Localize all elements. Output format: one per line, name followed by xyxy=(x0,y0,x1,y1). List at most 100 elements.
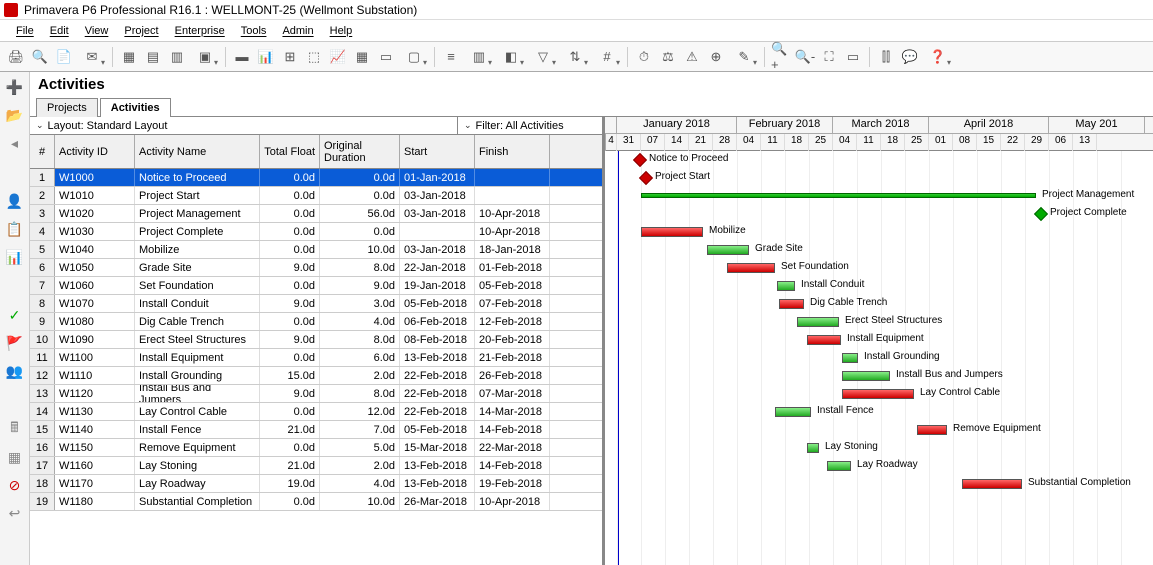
milestone-icon[interactable] xyxy=(1034,207,1048,221)
table-row[interactable]: 4W1030Project Complete0.0d0.0d10-Apr-201… xyxy=(30,223,602,241)
gantt-bar[interactable] xyxy=(842,371,890,381)
table-row[interactable]: 3W1020Project Management0.0d56.0d03-Jan-… xyxy=(30,205,602,223)
trace-icon[interactable]: ⬚ xyxy=(303,46,325,68)
gantt-bar[interactable] xyxy=(641,227,703,237)
zoom-out-icon[interactable]: 🔍- xyxy=(794,46,816,68)
number-icon[interactable]: # xyxy=(592,46,622,68)
gantt-bar[interactable] xyxy=(641,193,1036,198)
gantt-row[interactable]: Substantial Completion xyxy=(605,475,1153,493)
menu-project[interactable]: Project xyxy=(116,23,166,39)
page-icon[interactable]: ▭ xyxy=(842,46,864,68)
gantt-row[interactable]: Install Conduit xyxy=(605,277,1153,295)
milestone-icon[interactable] xyxy=(633,153,647,167)
page-setup-icon[interactable]: 📄 xyxy=(53,46,75,68)
tab-activities[interactable]: Activities xyxy=(100,98,171,117)
gantt-row[interactable]: Project Start xyxy=(605,169,1153,187)
col-od[interactable]: Original Duration xyxy=(320,135,400,168)
open-icon[interactable]: 📂 xyxy=(6,106,24,124)
user-icon[interactable]: 👤 xyxy=(6,192,24,210)
people-icon[interactable]: 👥 xyxy=(6,362,24,380)
table-row[interactable]: 2W1010Project Start0.0d0.0d03-Jan-2018 xyxy=(30,187,602,205)
table-row[interactable]: 10W1090Erect Steel Structures9.0d8.0d08-… xyxy=(30,331,602,349)
table-row[interactable]: 16W1150Remove Equipment0.0d5.0d15-Mar-20… xyxy=(30,439,602,457)
gantt-bar[interactable] xyxy=(707,245,749,255)
table-row[interactable]: 13W1120Install Bus and Jumpers9.0d8.0d22… xyxy=(30,385,602,403)
log-icon[interactable]: ▭ xyxy=(375,46,397,68)
gantt-row[interactable]: Install Grounding xyxy=(605,349,1153,367)
tab-projects[interactable]: Projects xyxy=(36,98,98,117)
table-row[interactable]: 12W1110Install Grounding15.0d2.0d22-Feb-… xyxy=(30,367,602,385)
gantt-row[interactable]: Project Complete xyxy=(605,205,1153,223)
ok-icon[interactable]: ✓ xyxy=(6,306,24,324)
table-row[interactable]: 15W1140Install Fence21.0d7.0d05-Feb-2018… xyxy=(30,421,602,439)
chart-icon[interactable]: 📊 xyxy=(255,46,277,68)
table-row[interactable]: 14W1130Lay Control Cable0.0d12.0d22-Feb-… xyxy=(30,403,602,421)
col-fin[interactable]: Finish xyxy=(475,135,550,168)
gantt-row[interactable]: Dig Cable Trench xyxy=(605,295,1153,313)
gantt-row[interactable]: Lay Stoning xyxy=(605,439,1153,457)
gantt-row[interactable]: Lay Control Cable xyxy=(605,385,1153,403)
milestone-icon[interactable] xyxy=(639,171,653,185)
gantt-bar[interactable] xyxy=(842,353,858,363)
gantt-row[interactable]: Project Management xyxy=(605,187,1153,205)
gantt-row[interactable]: Lay Roadway xyxy=(605,457,1153,475)
report-icon[interactable]: 📊 xyxy=(6,248,24,266)
gantt-bar[interactable] xyxy=(962,479,1022,489)
toggle-2-icon[interactable]: 💬 xyxy=(899,46,921,68)
sort-icon[interactable]: ⇅ xyxy=(560,46,590,68)
col-start[interactable]: Start xyxy=(400,135,475,168)
menu-help[interactable]: Help xyxy=(322,23,361,39)
table-row[interactable]: 6W1050Grade Site9.0d8.0d22-Jan-201801-Fe… xyxy=(30,259,602,277)
network-icon[interactable]: ⊞ xyxy=(279,46,301,68)
menu-enterprise[interactable]: Enterprise xyxy=(167,23,233,39)
filter-icon[interactable]: ▽ xyxy=(528,46,558,68)
columns-icon[interactable]: ▥ xyxy=(464,46,494,68)
task-icon[interactable]: 📋 xyxy=(6,220,24,238)
level-icon[interactable]: ⚖ xyxy=(657,46,679,68)
bars-icon[interactable]: ▬ xyxy=(231,46,253,68)
send-icon[interactable]: ✉ xyxy=(77,46,107,68)
layout-label[interactable]: Layout: Standard Layout xyxy=(30,117,458,134)
gantt-bar[interactable] xyxy=(797,317,839,327)
preview-icon[interactable]: 🔍 xyxy=(29,46,51,68)
table-row[interactable]: 9W1080Dig Cable Trench0.0d4.0d06-Feb-201… xyxy=(30,313,602,331)
table-row[interactable]: 5W1040Mobilize0.0d10.0d03-Jan-201818-Jan… xyxy=(30,241,602,259)
table-row[interactable]: 1W1000Notice to Proceed0.0d0.0d01-Jan-20… xyxy=(30,169,602,187)
gantt-bar[interactable] xyxy=(727,263,775,273)
alert-icon[interactable]: ⊘ xyxy=(6,476,24,494)
gantt-row[interactable]: Grade Site xyxy=(605,241,1153,259)
toggle-1-icon[interactable]: ⫿⫿ xyxy=(875,46,897,68)
gantt-row[interactable]: Install Fence xyxy=(605,403,1153,421)
menu-admin[interactable]: Admin xyxy=(274,23,321,39)
layout-1-icon[interactable]: ▦ xyxy=(118,46,140,68)
table-row[interactable]: 11W1100Install Equipment0.0d6.0d13-Feb-2… xyxy=(30,349,602,367)
table-row[interactable]: 8W1070Install Conduit9.0d3.0d05-Feb-2018… xyxy=(30,295,602,313)
gantt-row[interactable]: Set Foundation xyxy=(605,259,1153,277)
menu-view[interactable]: View xyxy=(77,23,117,39)
col-name[interactable]: Activity Name xyxy=(135,135,260,168)
col-tf[interactable]: Total Float xyxy=(260,135,320,168)
help-drop-icon[interactable]: ❓ xyxy=(923,46,953,68)
gantt-bar[interactable] xyxy=(779,299,804,309)
layout-3-icon[interactable]: ▥ xyxy=(166,46,188,68)
fit-icon[interactable]: ⛶ xyxy=(818,46,840,68)
doc-icon[interactable]: ◂ xyxy=(6,134,24,152)
zoom-in-icon[interactable]: 🔍+ xyxy=(770,46,792,68)
flag-icon[interactable]: 🚩 xyxy=(6,334,24,352)
profile-icon[interactable]: 📈 xyxy=(327,46,349,68)
gantt-bar[interactable] xyxy=(827,461,851,471)
add-icon[interactable]: ➕ xyxy=(6,78,24,96)
spread-icon[interactable]: ▦ xyxy=(351,46,373,68)
wizard-icon[interactable]: ✎ xyxy=(729,46,759,68)
exit-icon[interactable]: ↩ xyxy=(6,504,24,522)
gantt-bar[interactable] xyxy=(842,389,914,399)
table-row[interactable]: 18W1170Lay Roadway19.0d4.0d13-Feb-201819… xyxy=(30,475,602,493)
layout-select-icon[interactable]: ▣ xyxy=(190,46,220,68)
schedule-icon[interactable]: ⏱ xyxy=(633,46,655,68)
table-row[interactable]: 7W1060Set Foundation0.0d9.0d19-Jan-20180… xyxy=(30,277,602,295)
gantt-row[interactable]: Remove Equipment xyxy=(605,421,1153,439)
gantt-bar[interactable] xyxy=(917,425,947,435)
gantt-bar[interactable] xyxy=(807,335,841,345)
col-num[interactable]: # xyxy=(30,135,55,168)
table-row[interactable]: 17W1160Lay Stoning21.0d2.0d13-Feb-201814… xyxy=(30,457,602,475)
